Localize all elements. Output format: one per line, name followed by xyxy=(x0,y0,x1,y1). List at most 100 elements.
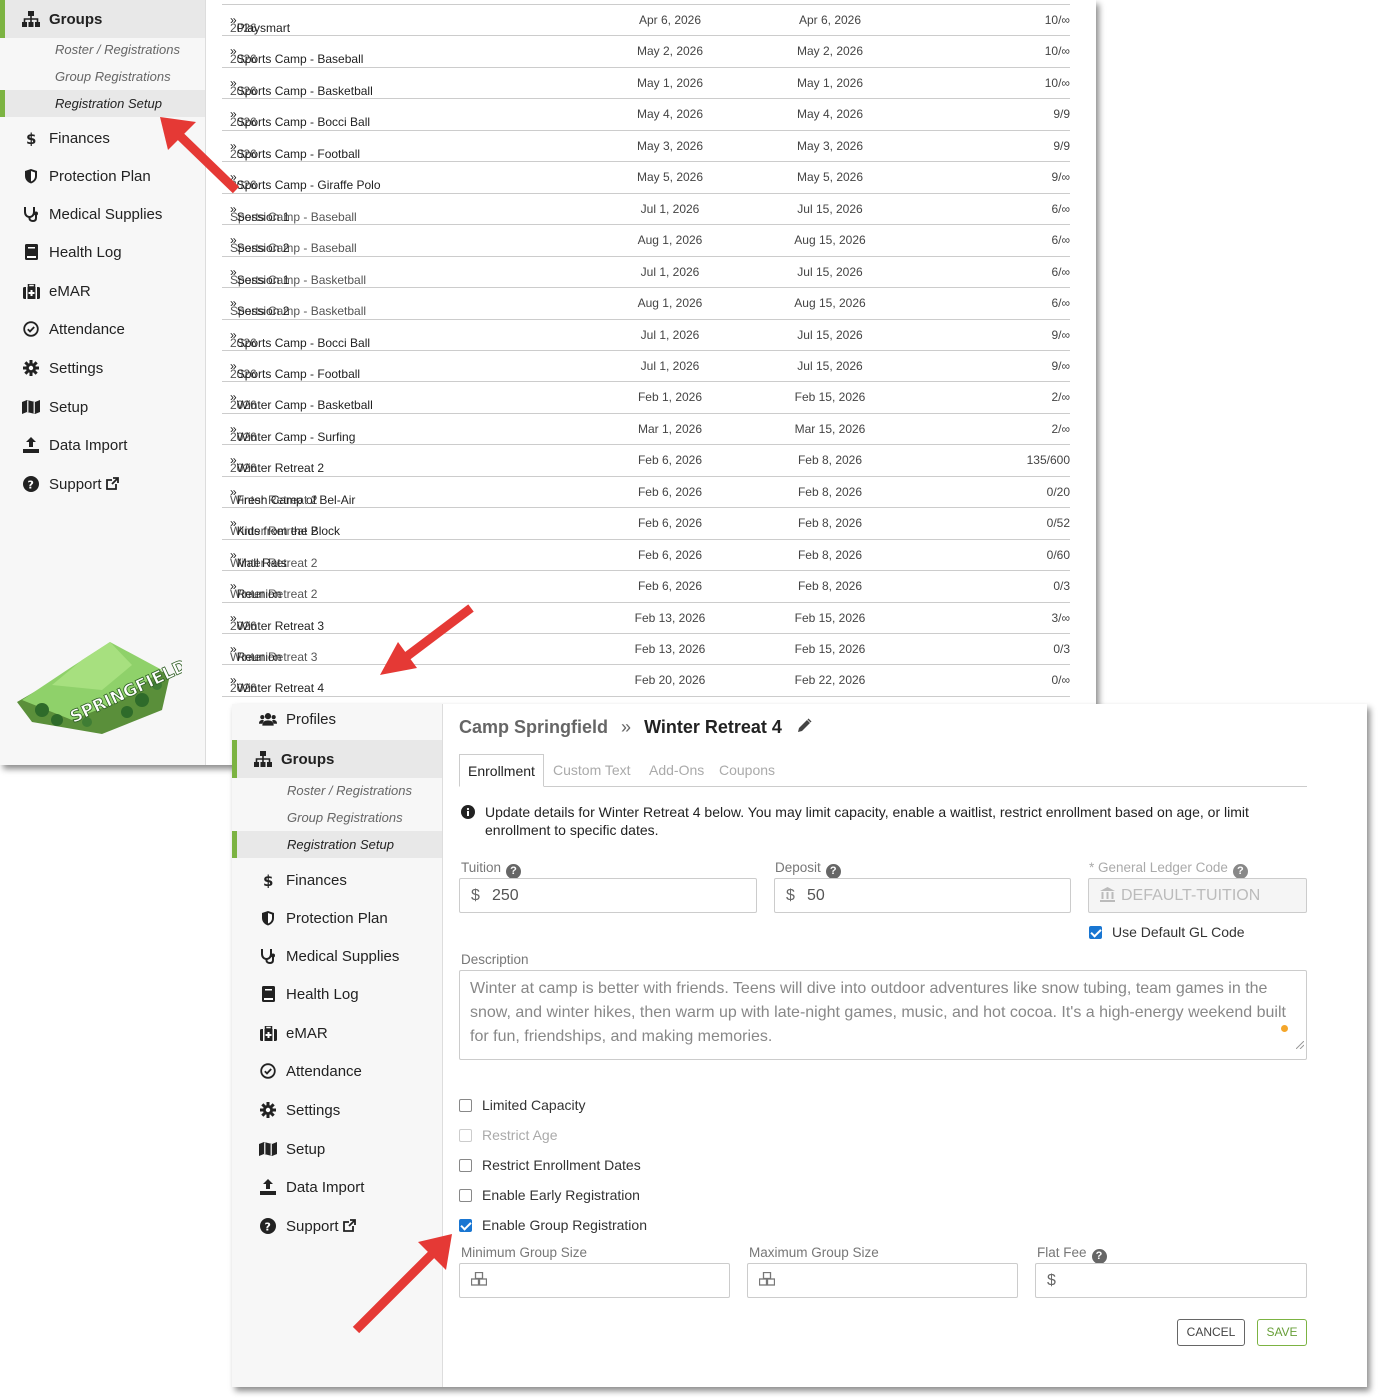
gl-placeholder: DEFAULT-TUITION xyxy=(1121,887,1261,904)
pencil-icon[interactable] xyxy=(797,717,812,737)
row-start-date: Jul 1, 2026 xyxy=(640,264,700,279)
nav-emar-2[interactable]: eMAR xyxy=(237,1014,442,1052)
save-button[interactable]: SAVE xyxy=(1257,1319,1307,1346)
nav-medical-label: Medical Supplies xyxy=(49,205,163,223)
table-row[interactable]: 2026 » Sports Camp - Bocci Ball May 4, 20… xyxy=(222,98,1070,129)
table-row[interactable]: Sports Camp - Basketball » Session 1 Jul … xyxy=(222,255,1070,287)
row-start-date: Mar 1, 2026 xyxy=(637,421,703,436)
table-row[interactable]: 2026 » Winter Camp - Surfing Mar 1, 2026 M… xyxy=(222,412,1070,444)
nav-health-log[interactable]: Health Log xyxy=(0,233,205,271)
nav-finances-2[interactable]: $ Finances xyxy=(237,861,442,899)
max-group-field[interactable] xyxy=(747,1263,1018,1298)
table-row[interactable]: Sports Camp - Basketball » Session 2 Aug … xyxy=(222,287,1070,318)
sub-registration-setup[interactable]: Registration Setup xyxy=(0,90,205,117)
group-registration-checkbox[interactable]: Enable Group Registration xyxy=(459,1217,647,1233)
dollar-icon: $ xyxy=(1047,1272,1056,1289)
nav-health-log-2[interactable]: Health Log xyxy=(237,975,442,1013)
row-name: 2026 » Winter Camp - Surfing xyxy=(230,421,356,444)
nav-settings[interactable]: Settings xyxy=(0,349,205,387)
table-row[interactable]: Winter Retreat 3 » Reunion Feb 13, 2026 Fe… xyxy=(222,633,1070,664)
table-row[interactable]: 2026 » Sports Camp - Basketball May 1, 20… xyxy=(222,66,1070,98)
table-row[interactable]: Winter Retreat 2 » Mall Rats Feb 6, 2026 F… xyxy=(222,538,1070,570)
sub-group-reg-label-2: Group Registrations xyxy=(287,810,403,825)
checkbox-checked[interactable] xyxy=(459,1218,472,1232)
help-icon[interactable]: ? xyxy=(1232,864,1248,879)
deposit-label-text: Deposit xyxy=(775,860,821,875)
flat-fee-field[interactable]: $ xyxy=(1035,1263,1307,1298)
nav-groups[interactable]: Groups xyxy=(0,0,205,38)
description-label: Description xyxy=(461,952,529,967)
resize-handle-icon[interactable] xyxy=(1295,1033,1305,1057)
cancel-button[interactable]: CANCEL xyxy=(1177,1319,1245,1346)
tab-add-ons[interactable]: Add-Ons xyxy=(649,754,704,786)
table-row[interactable]: 2026 » Winter Camp - Basketball Feb 1, 20… xyxy=(222,381,1070,412)
book-icon xyxy=(22,244,40,260)
sub-registration-setup-2[interactable]: Registration Setup xyxy=(232,831,442,858)
tab-coupons[interactable]: Coupons xyxy=(719,754,775,786)
nav-emar[interactable]: eMAR xyxy=(0,272,205,310)
early-registration-checkbox[interactable]: Enable Early Registration xyxy=(459,1187,640,1203)
tab-custom-text[interactable]: Custom Text xyxy=(553,754,631,786)
checkbox-checked[interactable] xyxy=(1089,925,1102,939)
nav-setup[interactable]: Setup xyxy=(0,388,205,426)
table-row[interactable]: 2026 » Sports Camp - Bocci Ball Jul 1, 20… xyxy=(222,318,1070,350)
description-textarea[interactable]: Winter at camp is better with friends. T… xyxy=(459,970,1307,1060)
nav-medical[interactable]: Medical Supplies xyxy=(0,195,205,233)
nav-data-import[interactable]: Data Import xyxy=(0,426,205,464)
table-row[interactable]: Sports Camp - Baseball » Session 2 Aug 1,… xyxy=(222,224,1070,255)
nav-settings-2[interactable]: Settings xyxy=(237,1091,442,1129)
nav-groups-2[interactable]: Groups xyxy=(232,740,442,778)
nav-emar-label: eMAR xyxy=(49,282,91,300)
nav-finances[interactable]: $ Finances xyxy=(0,119,205,157)
sub-roster[interactable]: Roster / Registrations xyxy=(0,36,205,63)
checkbox-unchecked[interactable] xyxy=(459,1158,472,1172)
use-default-gl-checkbox[interactable]: Use Default GL Code xyxy=(1089,924,1245,940)
nav-setup-2[interactable]: Setup xyxy=(237,1130,442,1168)
row-capacity: 10/∞ xyxy=(1044,13,1070,27)
table-row[interactable]: 2026 » Sports Camp - Baseball May 2, 2026… xyxy=(222,35,1070,66)
checkbox-unchecked[interactable] xyxy=(459,1098,472,1112)
nav-support-2[interactable]: ? Support xyxy=(237,1207,442,1245)
nav-protection[interactable]: Protection Plan xyxy=(0,157,205,195)
table-row[interactable]: 2026 » Playsmart Apr 6, 2026 Apr 6, 2026 10… xyxy=(222,4,1070,35)
nav-groups-label-2: Groups xyxy=(281,750,335,768)
nav-finances-label: Finances xyxy=(49,129,110,147)
table-row[interactable]: Winter Retreat 2 » Kids from the Block Fe… xyxy=(222,507,1070,538)
nav-attendance-2[interactable]: Attendance xyxy=(237,1052,442,1090)
tuition-field[interactable]: $250 xyxy=(459,878,757,913)
table-row[interactable]: Winter Retreat 2 » Fresh Camp of Bel-Air… xyxy=(222,475,1070,507)
nav-profiles[interactable]: Profiles xyxy=(237,700,442,738)
nav-health-label: Health Log xyxy=(49,243,122,261)
row-name: 2026 » Winter Retreat 2 xyxy=(230,453,325,476)
table-row[interactable]: Winter Retreat 2 » Reunion Feb 6, 2026 Feb… xyxy=(222,570,1070,601)
sub-group-registrations-2[interactable]: Group Registrations xyxy=(232,804,442,831)
help-icon[interactable]: ? xyxy=(506,864,522,879)
row-start-date: Feb 13, 2026 xyxy=(634,642,706,656)
row-end-date: Aug 15, 2026 xyxy=(794,296,866,311)
table-row[interactable]: 2026 » Winter Retreat 3 Feb 13, 2026 Feb 1… xyxy=(222,601,1070,633)
limited-capacity-checkbox[interactable]: Limited Capacity xyxy=(459,1097,586,1113)
nav-medical-2[interactable]: Medical Supplies xyxy=(237,937,442,975)
deposit-field[interactable]: $50 xyxy=(774,878,1071,913)
table-row[interactable]: 2026 » Winter Retreat 4 Feb 20, 2026 Feb 2… xyxy=(222,664,1070,695)
checkbox-unchecked[interactable] xyxy=(459,1188,472,1202)
nav-support[interactable]: ? Support xyxy=(0,465,205,503)
sub-group-registrations[interactable]: Group Registrations xyxy=(0,63,205,90)
breadcrumb-parent[interactable]: Camp Springfield xyxy=(459,717,608,737)
tab-enrollment[interactable]: Enrollment xyxy=(459,754,544,787)
table-row[interactable]: Sports Camp - Baseball » Session 1 Jul 1,… xyxy=(222,192,1070,224)
sub-roster-label: Roster / Registrations xyxy=(55,42,180,57)
table-row[interactable]: 2026 » Sports Camp - Giraffe Polo May 5, … xyxy=(222,161,1070,192)
table-row[interactable]: 2026 » Sports Camp - Football Jul 1, 2026… xyxy=(222,349,1070,381)
nav-protection-2[interactable]: Protection Plan xyxy=(237,899,442,937)
help-icon[interactable]: ? xyxy=(1091,1249,1107,1264)
table-row[interactable]: 2026 » Winter Retreat 2 Feb 6, 2026 Feb 8,… xyxy=(222,444,1070,475)
nav-data-import-2[interactable]: Data Import xyxy=(237,1168,442,1206)
help-icon[interactable]: ? xyxy=(825,864,841,879)
nav-attendance[interactable]: Attendance xyxy=(0,310,205,348)
restrict-dates-checkbox[interactable]: Restrict Enrollment Dates xyxy=(459,1157,641,1173)
table-row[interactable]: 2026 » Sports Camp - Football May 3, 2026… xyxy=(222,129,1070,161)
support-text-2: Support xyxy=(286,1217,339,1235)
sub-roster-2[interactable]: Roster / Registrations xyxy=(232,777,442,804)
min-group-field[interactable] xyxy=(459,1263,730,1298)
